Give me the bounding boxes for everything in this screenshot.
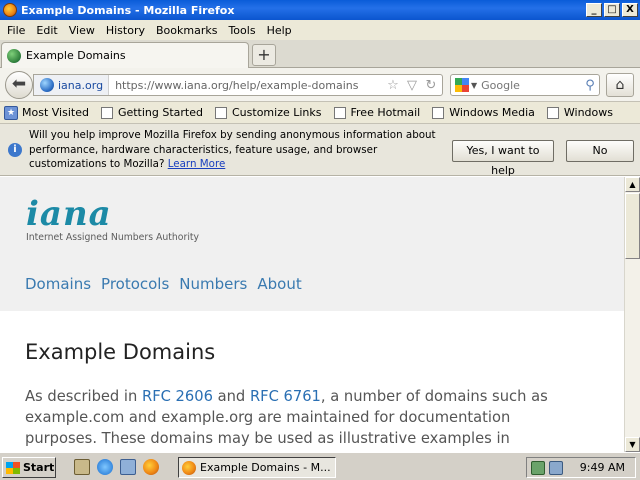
rfc-6761-link[interactable]: RFC 6761 [250, 388, 321, 405]
nav-numbers[interactable]: Numbers [179, 275, 247, 293]
bookmark-label: Getting Started [117, 106, 203, 119]
vertical-scrollbar[interactable]: ▲ ▼ [624, 177, 640, 452]
page-icon [333, 106, 346, 119]
page-icon [546, 106, 559, 119]
scroll-up-button[interactable]: ▲ [625, 177, 640, 192]
menu-view[interactable]: View [64, 24, 101, 37]
globe-icon [7, 48, 21, 63]
tab-bar: Example Domains + [0, 40, 640, 68]
bookmark-customize-links[interactable]: Customize Links [215, 106, 322, 119]
back-button[interactable]: ⬅ [5, 71, 33, 99]
logo-tagline: Internet Assigned Numbers Authority [26, 232, 200, 243]
logo-wordmark: iana [26, 194, 112, 234]
firefox-icon [3, 3, 17, 17]
internet-explorer-icon[interactable] [97, 459, 113, 475]
menu-edit[interactable]: Edit [31, 24, 63, 37]
menu-history[interactable]: History [101, 24, 151, 37]
close-button[interactable]: X [622, 3, 638, 17]
windows-logo-icon [6, 461, 20, 474]
para-text-2: and [212, 388, 250, 405]
bookmark-free-hotmail[interactable]: Free Hotmail [333, 106, 421, 119]
page-title: Example Domains [25, 340, 216, 364]
site-identity[interactable]: iana.org [34, 75, 110, 95]
page-icon [100, 106, 113, 119]
globe-icon [40, 78, 54, 92]
menu-help[interactable]: Help [262, 24, 298, 37]
bookmark-label: Windows [563, 106, 613, 119]
bookmark-star-icon: ★ [4, 105, 18, 120]
firefox-icon [182, 460, 196, 475]
window-title: Example Domains - Mozilla Firefox [21, 3, 235, 17]
back-arrow-icon: ⬅ [11, 74, 27, 94]
home-button[interactable]: ⌂ [606, 73, 634, 97]
network-icon[interactable] [531, 460, 545, 475]
minimize-button[interactable]: _ [586, 3, 602, 17]
volume-icon[interactable] [549, 460, 563, 475]
url-bar[interactable]: iana.org https://www.iana.org/help/examp… [33, 74, 443, 96]
firefox-quicklaunch-icon[interactable] [143, 459, 159, 475]
nav-about[interactable]: About [257, 275, 301, 293]
scroll-down-button[interactable]: ▼ [625, 437, 640, 452]
bookmarks-toolbar: ★ Most Visited Getting Started Customize… [0, 102, 640, 124]
start-label: Start [23, 461, 55, 474]
google-icon[interactable] [455, 78, 469, 92]
navigation-toolbar: iana.org https://www.iana.org/help/examp… [0, 68, 640, 102]
search-bar[interactable]: ▼ ⚲ [450, 74, 600, 96]
scroll-thumb[interactable] [625, 193, 640, 259]
taskbar-item-firefox[interactable]: Example Domains - M... [178, 457, 336, 478]
notification-text: Will you help improve Mozilla Firefox by… [29, 129, 436, 170]
star-icon[interactable]: ☆ [385, 78, 401, 93]
url-text[interactable]: https://www.iana.org/help/example-domain… [109, 79, 385, 92]
home-icon: ⌂ [615, 77, 625, 93]
no-button[interactable]: No [566, 140, 634, 162]
site-domain: iana.org [58, 78, 104, 92]
bookmark-windows-media[interactable]: Windows Media [432, 106, 535, 119]
page-icon [215, 106, 227, 119]
learn-more-link[interactable]: Learn More [168, 158, 226, 170]
bookmark-label: Free Hotmail [350, 106, 421, 119]
menu-file[interactable]: File [2, 24, 31, 37]
show-desktop-icon[interactable] [74, 459, 90, 475]
site-header: iana Internet Assigned Numbers Authority… [0, 177, 624, 311]
search-input[interactable] [481, 78, 581, 92]
magnifier-icon[interactable]: ⚲ [581, 78, 599, 93]
clock: 9:49 AM [579, 461, 625, 474]
bookmark-most-visited[interactable]: ★ Most Visited [4, 105, 89, 120]
new-tab-button[interactable]: + [252, 44, 276, 66]
iana-logo[interactable]: iana Internet Assigned Numbers Authority [26, 197, 199, 243]
notification-bar: i Will you help improve Mozilla Firefox … [0, 124, 640, 177]
dropmarker-icon[interactable]: ▽ [404, 78, 420, 93]
system-tray: 9:49 AM [526, 457, 636, 478]
bookmark-windows[interactable]: Windows [546, 106, 613, 119]
rfc-2606-link[interactable]: RFC 2606 [142, 388, 213, 405]
reload-icon[interactable]: ↻ [423, 78, 439, 93]
intro-paragraph: As described in RFC 2606 and RFC 6761, a… [25, 386, 565, 449]
media-player-icon[interactable] [120, 459, 136, 475]
window-titlebar[interactable]: Example Domains - Mozilla Firefox _ □ X [0, 0, 640, 20]
para-text-1: As described in [25, 388, 142, 405]
notification-message: Will you help improve Mozilla Firefox by… [29, 128, 444, 172]
maximize-button[interactable]: □ [604, 3, 620, 17]
site-nav: Domains Protocols Numbers About [25, 275, 302, 293]
taskbar: Start Example Domains - M... 9:49 AM [0, 452, 640, 480]
menu-bookmarks[interactable]: Bookmarks [151, 24, 223, 37]
bookmark-getting-started[interactable]: Getting Started [100, 106, 203, 119]
menu-bar: File Edit View History Bookmarks Tools H… [0, 20, 640, 40]
page-content: iana Internet Assigned Numbers Authority… [0, 177, 624, 452]
nav-domains[interactable]: Domains [25, 275, 91, 293]
start-button[interactable]: Start [2, 457, 56, 478]
tab-title: Example Domains [26, 49, 126, 62]
bookmark-label: Customize Links [232, 106, 322, 119]
bookmark-label: Windows Media [449, 106, 535, 119]
engine-dropdown-icon[interactable]: ▼ [471, 81, 477, 90]
menu-tools[interactable]: Tools [223, 24, 261, 37]
task-label: Example Domains - M... [200, 461, 331, 474]
yes-help-button[interactable]: Yes, I want to help [452, 140, 554, 177]
nav-protocols[interactable]: Protocols [101, 275, 169, 293]
bookmark-label: Most Visited [22, 106, 89, 119]
tab-example-domains[interactable]: Example Domains [1, 42, 249, 68]
page-icon [432, 106, 445, 119]
info-icon: i [8, 143, 22, 157]
